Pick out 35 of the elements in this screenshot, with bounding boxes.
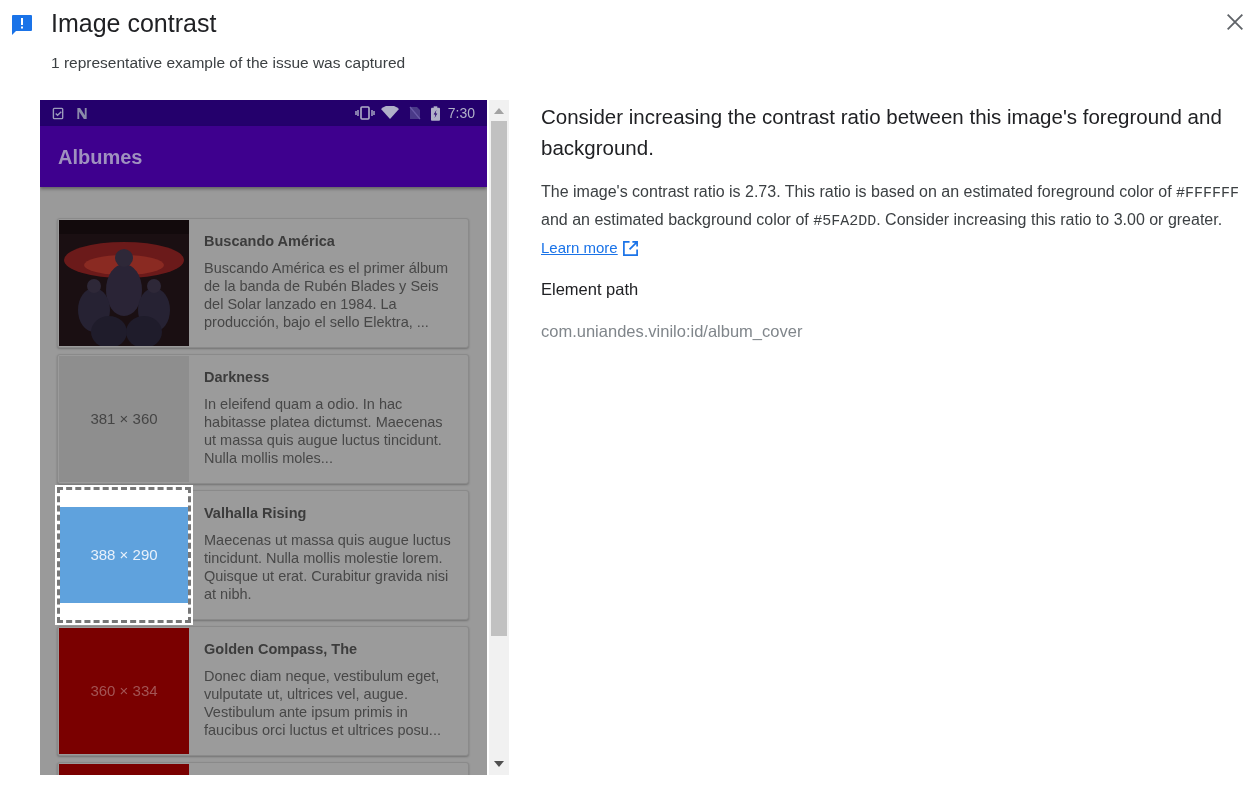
battery-charging-icon bbox=[430, 105, 440, 121]
scrollbar[interactable] bbox=[489, 100, 509, 776]
album-description: Buscando América es el primer álbum de la banda de Rubén Blades y Seis del Solar lanzado en 1984. La producción, bajo el sello Elektra, ... bbox=[204, 259, 450, 332]
image-size-label: 388 × 290 bbox=[90, 545, 158, 565]
vibrate-icon bbox=[354, 106, 375, 121]
album-card[interactable]: Buscando América Buscando América es el primer álbum de la banda de Rubén Blades y Seis del Solar lanzado en 1984. La producción, bajo el sello Elektra, ... bbox=[57, 218, 469, 349]
external-link-icon bbox=[621, 239, 639, 257]
album-description: Donec diam neque, vestibulum eget, vulputate ut, ultrices vel, augue. Vestibulum ante ipsum primis in faucibus orci luctus et ultrices posu... bbox=[204, 667, 442, 740]
album-description: In eleifend quam a odio. In hac habitasse platea dictumst. Maecenas ut massa quis augue luctus tincidunt. Nulla mollis moles... bbox=[204, 395, 444, 468]
album-description: Maecenas ut massa quis augue luctus tincidunt. Nulla mollis molestie lorem. Quisque ut erat. Curabitur gravida nisi at nibh. bbox=[204, 531, 452, 604]
detail-heading: Consider increasing the contrast ratio between this image's foreground and background. bbox=[541, 104, 1223, 162]
close-icon bbox=[1224, 11, 1246, 33]
element-path: com.uniandes.vinilo:id/album_cover bbox=[541, 321, 804, 342]
learn-more-link[interactable]: Learn more bbox=[541, 235, 639, 262]
dialog-subtitle: 1 representative example of the issue was captured bbox=[51, 53, 406, 73]
album-card[interactable]: 360 × 334 Golden Compass, The Donec diam neque, vestibulum eget, vulputate ut, ultrices vel, augue. Vestibulum ante ipsum primis in faucibus orci luctus et ultrices posu... bbox=[57, 626, 469, 757]
element-path-label: Element path bbox=[541, 279, 640, 301]
app-title: Albumes bbox=[58, 144, 143, 170]
wifi-icon bbox=[380, 106, 399, 121]
clipboard-check-icon bbox=[52, 106, 65, 120]
image-size-label: 381 × 360 bbox=[90, 409, 158, 429]
scroll-down-icon[interactable] bbox=[494, 761, 504, 768]
album-title: Golden Compass, The bbox=[204, 640, 359, 659]
no-sim-icon bbox=[408, 106, 421, 121]
album-title: Buscando América bbox=[204, 232, 336, 251]
alert-icon bbox=[10, 13, 34, 37]
album-title: Valhalla Rising bbox=[204, 504, 308, 523]
dialog-title: Image contrast bbox=[51, 8, 218, 38]
detail-description: The image's contrast ratio is 2.73. This ratio is based on an estimated foreground color of #FFFFFF and an estimated background color of #5FA2DD. Consider increasing this ratio to 3.00 or greater. bbox=[541, 182, 1241, 233]
album-card[interactable]: 381 × 360 Darkness In eleifend quam a odio. In hac habitasse platea dictumst. Maecenas ut massa quis augue luctus tincidunt. Nulla mollis moles... bbox=[57, 354, 469, 485]
album-title: Darkness bbox=[204, 368, 271, 387]
image-size-label: 360 × 334 bbox=[90, 681, 158, 701]
n-icon bbox=[75, 106, 89, 120]
scrollbar-thumb[interactable] bbox=[491, 121, 507, 637]
status-time: 7:30 bbox=[447, 103, 475, 123]
